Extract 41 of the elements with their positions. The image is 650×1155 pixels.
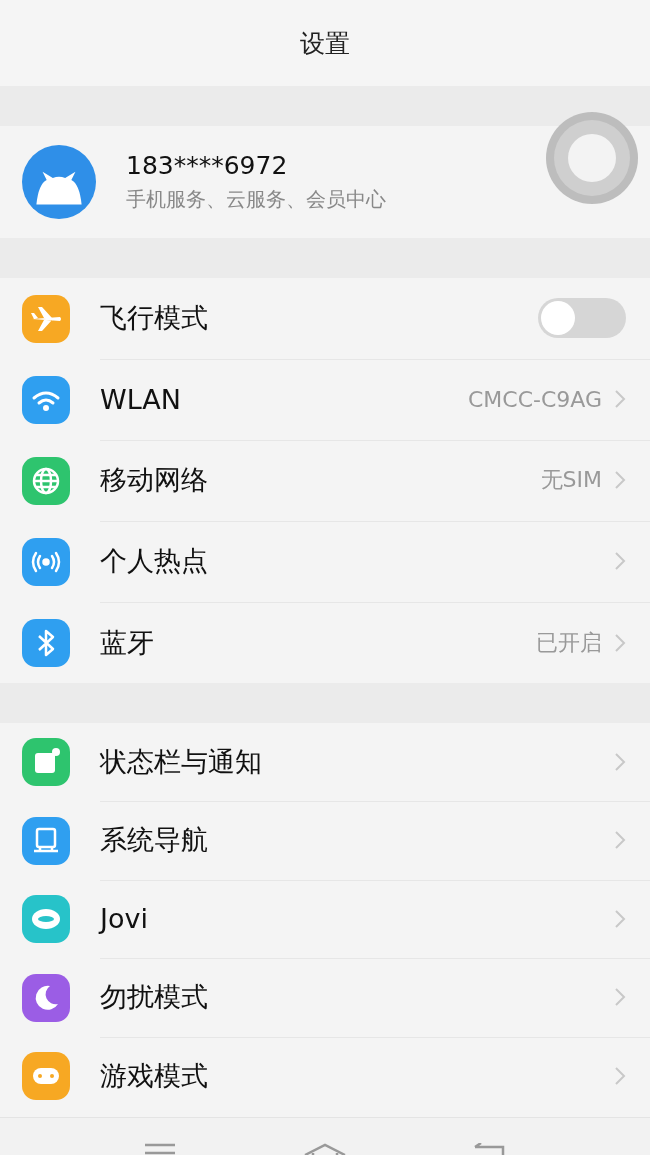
item-label: 个人热点	[100, 544, 209, 578]
chevron-icon	[614, 908, 626, 929]
avatar-icon	[22, 145, 96, 219]
item-label: 系统导航	[100, 823, 209, 858]
settings-item[interactable]: 状态栏与通知	[0, 723, 650, 802]
item-value: CMCC-C9AG	[467, 386, 602, 412]
settings-item[interactable]: 系统导航	[0, 801, 650, 880]
item-label: 状态栏与通知	[100, 744, 263, 779]
account-phone: 183****6972	[126, 151, 289, 180]
floating-ball-icon[interactable]	[546, 112, 638, 204]
chevron-icon	[614, 470, 626, 490]
item-label: Jovi	[100, 903, 149, 935]
page-title: 设置	[300, 27, 350, 60]
chevron-icon	[614, 1066, 626, 1087]
back-icon[interactable]	[473, 1143, 507, 1155]
item-label: 蓝牙	[100, 625, 155, 660]
settings-item[interactable]: 蓝牙 已开启	[0, 602, 650, 683]
item-value: 无SIM	[540, 466, 602, 494]
toggle-switch[interactable]	[538, 298, 626, 338]
menu-icon[interactable]	[143, 1143, 177, 1155]
settings-item[interactable]: Jovi	[0, 880, 650, 959]
settings-item[interactable]: WLAN CMCC-C9AG	[0, 359, 650, 440]
home-icon[interactable]	[303, 1143, 347, 1155]
settings-item[interactable]: 个人热点	[0, 521, 650, 602]
item-label: 游戏模式	[100, 1059, 209, 1094]
item-label: WLAN	[100, 383, 183, 415]
account-subtitle: 手机服务、云服务、会员中心	[126, 186, 386, 213]
settings-item[interactable]: 游戏模式	[0, 1037, 650, 1116]
chevron-icon	[614, 632, 626, 653]
chevron-icon	[614, 389, 626, 409]
item-label: 飞行模式	[100, 301, 209, 335]
chevron-icon	[614, 987, 626, 1008]
item-value: 已开启	[536, 628, 602, 657]
chevron-icon	[614, 551, 626, 571]
item-label: 移动网络	[100, 463, 209, 497]
item-label: 勿扰模式	[100, 980, 209, 1015]
settings-item[interactable]: 飞行模式	[0, 278, 650, 359]
chevron-icon	[614, 751, 626, 772]
chevron-icon	[614, 830, 626, 851]
settings-item[interactable]: 勿扰模式	[0, 958, 650, 1037]
settings-item[interactable]: 移动网络 无SIM	[0, 440, 650, 521]
